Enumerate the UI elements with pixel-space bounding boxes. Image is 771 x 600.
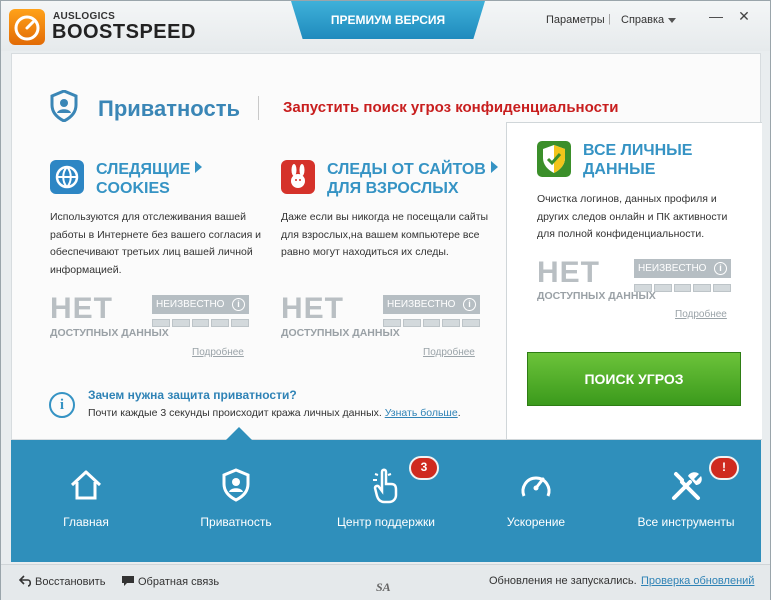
status-value: НЕТ — [537, 256, 600, 289]
card-title-line2: ДЛЯ ВЗРОСЛЫХ — [327, 180, 459, 197]
nav-speedup[interactable]: Ускорение — [481, 440, 591, 562]
nav-label: Ускорение — [506, 515, 566, 529]
shield-user-icon — [222, 468, 250, 502]
level-bars — [634, 284, 731, 292]
page-title: Приватность — [98, 96, 240, 121]
level-bars — [152, 319, 249, 327]
undo-arrow-icon — [18, 575, 32, 587]
nav-label: Все инструменты — [637, 515, 735, 529]
settings-menu[interactable]: Параметры — [546, 14, 605, 26]
all-personal-data-link[interactable]: ВСЕ ЛИЧНЫЕ ДАННЫЕ — [583, 141, 692, 179]
nav-label: Центр поддержки — [337, 515, 435, 529]
close-button[interactable]: ✕ — [731, 5, 757, 27]
run-privacy-scan-link[interactable]: Запустить поиск угроз конфиденциальности — [283, 99, 619, 116]
footer: Восстановить Обратная связь SA Обновлени… — [1, 564, 770, 600]
panel-title-line2: ДАННЫЕ — [583, 161, 656, 178]
speedometer-logo-icon — [9, 9, 45, 45]
chevron-down-icon — [668, 17, 677, 23]
help-menu[interactable]: Справка — [621, 14, 677, 26]
status-caption: ДОСТУПНЫХ ДАННЫХ — [50, 327, 169, 339]
status-badge: НЕИЗВЕСТНО i — [383, 295, 480, 314]
logo-product: BOOSTSPEED — [52, 21, 196, 43]
info-icon[interactable]: i — [714, 262, 727, 275]
home-icon — [70, 470, 102, 500]
premium-version-tab[interactable]: ПРЕМИУМ ВЕРСИЯ — [291, 1, 485, 39]
card-description: Используются для отслеживания вашей рабо… — [50, 211, 262, 276]
card-title-line2: COOKIES — [96, 180, 170, 197]
details-link[interactable]: Подробнее — [423, 347, 475, 358]
notification-badge: ! — [709, 456, 739, 480]
chat-bubble-icon — [122, 576, 134, 586]
speedometer-icon — [521, 476, 551, 497]
active-tab-pointer — [225, 427, 253, 441]
details-link[interactable]: Подробнее — [192, 347, 244, 358]
status-caption: ДОСТУПНЫХ ДАННЫХ — [281, 327, 400, 339]
tracking-cookies-card: СЛЕДЯЩИЕ COOKIES Используются для отслеж… — [50, 144, 282, 369]
restore-button[interactable]: Восстановить — [18, 575, 106, 588]
card-description: Даже если вы никогда не посещали сайты д… — [281, 211, 489, 258]
tracking-cookies-link[interactable]: СЛЕДЯЩИЕ COOKIES — [96, 160, 203, 198]
status-value: НЕТ — [281, 292, 344, 325]
feedback-label: Обратная связь — [138, 576, 220, 588]
shield-check-icon — [537, 141, 571, 182]
learn-more-link[interactable]: Узнать больше — [385, 407, 458, 419]
app-window: AUSLOGICS BOOSTSPEED ПРЕМИУМ ВЕРСИЯ Пара… — [0, 0, 771, 600]
level-bars — [383, 319, 480, 327]
update-status: Обновления не запускались. — [489, 575, 637, 587]
privacy-question-link[interactable]: Зачем нужна защита приватности? — [88, 388, 297, 402]
nav-privacy[interactable]: Приватность — [181, 440, 291, 562]
status-badge: НЕИЗВЕСТНО i — [152, 295, 249, 314]
info-circle-icon: i — [49, 392, 75, 418]
panel-description: Очистка логинов, данных профиля и других… — [537, 193, 728, 240]
nav-label: Приватность — [200, 515, 272, 529]
scan-threats-button[interactable]: ПОИСК УГРОЗ — [527, 352, 741, 406]
status-badge: НЕИЗВЕСТНО i — [634, 259, 731, 278]
status-badge-label: НЕИЗВЕСТНО — [638, 263, 707, 274]
arrow-right-icon — [490, 161, 498, 173]
adult-sites-card: СЛЕДЫ ОТ САЙТОВ ДЛЯ ВЗРОСЛЫХ Даже если в… — [281, 144, 513, 369]
feedback-button[interactable]: Обратная связь — [121, 575, 219, 588]
arrow-right-icon — [195, 161, 203, 173]
notification-badge: 3 — [409, 456, 439, 480]
panel-title-line1: ВСЕ ЛИЧНЫЕ — [583, 142, 693, 159]
watermark: SA — [376, 580, 391, 594]
restore-label: Восстановить — [35, 576, 106, 588]
card-title-line1: СЛЕДЫ ОТ САЙТОВ — [327, 161, 486, 178]
nav-all-tools[interactable]: ! Все инструменты — [631, 440, 741, 562]
menu-separator: | — [608, 13, 611, 25]
shield-user-icon — [50, 89, 78, 127]
nav-home[interactable]: Главная — [31, 440, 141, 562]
info-text: Почти каждые 3 секунды происходит кража … — [88, 407, 382, 419]
info-icon[interactable]: i — [232, 298, 245, 311]
bunny-icon — [281, 160, 315, 194]
card-title-line1: СЛЕДЯЩИЕ — [96, 161, 191, 178]
title-bar: AUSLOGICS BOOSTSPEED ПРЕМИУМ ВЕРСИЯ Пара… — [1, 1, 770, 51]
help-menu-label: Справка — [621, 14, 665, 26]
hand-pointer-icon — [373, 468, 398, 504]
privacy-info-text: Почти каждые 3 секунды происходит кража … — [88, 407, 461, 419]
check-updates-link[interactable]: Проверка обновлений — [641, 575, 754, 587]
status-badge-label: НЕИЗВЕСТНО — [387, 299, 456, 310]
details-link[interactable]: Подробнее — [675, 309, 727, 320]
nav-label: Главная — [63, 515, 109, 529]
status-badge-label: НЕИЗВЕСТНО — [156, 299, 225, 310]
status-value: НЕТ — [50, 292, 113, 325]
bottom-nav: Главная Приватность 3 Центр поддержки Ус… — [11, 427, 761, 562]
globe-icon — [50, 160, 84, 194]
privacy-panel: Приватность Запустить поиск угроз конфид… — [11, 53, 762, 440]
title-divider — [258, 96, 259, 120]
nav-support-center[interactable]: 3 Центр поддержки — [331, 440, 441, 562]
info-icon[interactable]: i — [463, 298, 476, 311]
tools-icon — [672, 472, 702, 500]
all-personal-data-panel: ВСЕ ЛИЧНЫЕ ДАННЫЕ Очистка логинов, данны… — [506, 122, 762, 440]
adult-sites-link[interactable]: СЛЕДЫ ОТ САЙТОВ ДЛЯ ВЗРОСЛЫХ — [327, 160, 498, 198]
minimize-button[interactable]: — — [703, 5, 729, 27]
